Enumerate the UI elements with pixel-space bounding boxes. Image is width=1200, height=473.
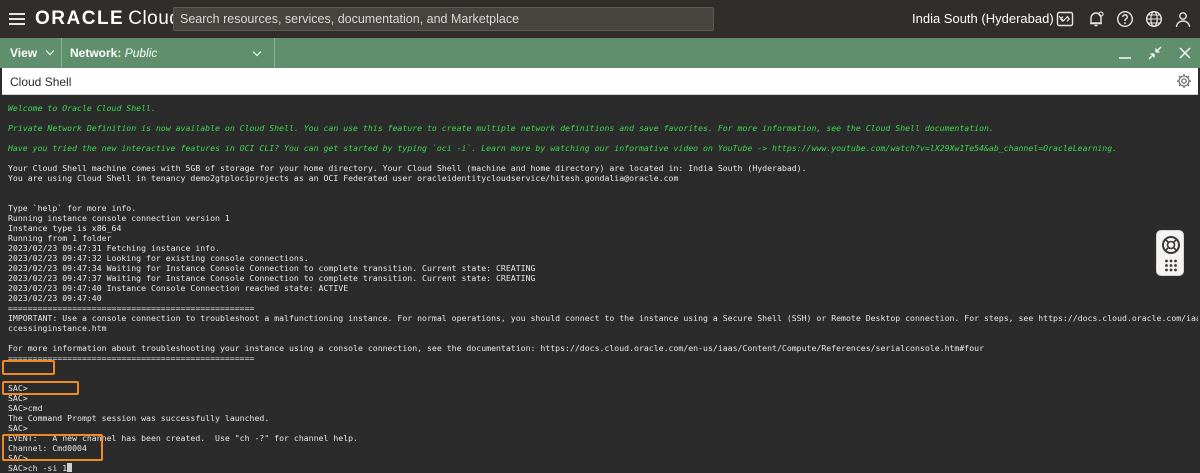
terminal-line: The Command Prompt session was successfu… xyxy=(8,413,270,423)
terminal-line: 2023/02/23 09:47:40 xyxy=(8,293,102,303)
terminal-line: 2023/02/23 09:47:31 Fetching instance in… xyxy=(8,243,220,253)
profile-icon[interactable] xyxy=(1174,10,1192,28)
terminal-line: SAC> xyxy=(8,383,28,393)
help-icon[interactable] xyxy=(1116,10,1134,28)
terminal-line: SAC> xyxy=(8,393,28,403)
view-menu-button[interactable]: View xyxy=(0,38,62,68)
terminal-line: ========================================… xyxy=(8,303,255,313)
terminal-line: IMPORTANT: Use a console connection to t… xyxy=(8,313,1198,323)
terminal-prompt-line[interactable]: SAC>ch -si 1 xyxy=(8,463,1198,473)
terminal-line: Running from 1 folder xyxy=(8,233,112,243)
code-editor-icon[interactable] xyxy=(1056,10,1074,28)
terminal-line: SAC>cmd xyxy=(8,403,43,413)
terminal-line: 2023/02/23 09:47:40 Instance Console Con… xyxy=(8,283,349,293)
hamburger-menu-icon[interactable] xyxy=(9,13,25,25)
region-selector[interactable]: India South (Hyderabad) xyxy=(912,0,1069,38)
highlight-box-sac xyxy=(2,360,55,375)
oracle-cloud-logo[interactable]: ORACLE Cloud xyxy=(35,8,180,30)
terminal-output[interactable]: Welcome to Oracle Cloud Shell. Private N… xyxy=(2,96,1198,473)
terminal-line: 2023/02/23 09:47:32 Looking for existing… xyxy=(8,253,309,263)
close-icon[interactable] xyxy=(1170,38,1200,68)
window-controls xyxy=(1110,38,1200,68)
window-title: Cloud Shell xyxy=(10,75,72,89)
support-widget[interactable] xyxy=(1156,230,1184,276)
highlight-box-channel xyxy=(2,434,103,461)
terminal-line: Instance type is x86_64 xyxy=(8,223,122,233)
network-selector[interactable]: Network: Public xyxy=(62,38,275,68)
terminal-cursor xyxy=(67,463,73,472)
terminal-line: ========================================… xyxy=(8,353,255,363)
oracle-top-bar: ORACLE Cloud Search resources, services, … xyxy=(0,0,1200,38)
minimize-icon[interactable] xyxy=(1110,38,1140,68)
terminal-line: Private Network Definition is now availa… xyxy=(8,123,994,133)
terminal-line: Channel: Cmd0004 xyxy=(8,443,87,453)
terminal-line: You are using Cloud Shell in tenancy dem… xyxy=(8,173,679,183)
search-input[interactable]: Search resources, services, documentatio… xyxy=(173,7,714,31)
terminal-line: Running instance console connection vers… xyxy=(8,213,230,223)
lifebuoy-icon xyxy=(1162,236,1180,272)
terminal-line: Your Cloud Shell machine comes with 5GB … xyxy=(8,163,807,173)
highlight-box-cmd xyxy=(2,381,79,395)
cloud-shell-title-bar: Cloud Shell xyxy=(2,68,1198,95)
cloud-shell-toolbar: View Network: Public xyxy=(0,38,1200,68)
terminal-line: EVENT: A new channel has been created. U… xyxy=(8,433,358,443)
terminal-line: 2023/02/23 09:47:34 Waiting for Instance… xyxy=(8,263,536,273)
gear-icon[interactable] xyxy=(1176,73,1192,89)
chevron-down-icon xyxy=(45,46,55,56)
terminal-line: Welcome to Oracle Cloud Shell. xyxy=(8,103,156,113)
terminal-line: SAC> xyxy=(8,453,28,463)
chevron-down-icon xyxy=(252,47,262,57)
terminal-line: Type `help` for more info. xyxy=(8,203,137,213)
terminal-line: Have you tried the new interactive featu… xyxy=(8,143,1118,153)
globe-icon[interactable] xyxy=(1145,10,1163,28)
restore-icon[interactable] xyxy=(1140,38,1170,68)
terminal-line: SAC> xyxy=(8,423,28,433)
bell-icon[interactable] xyxy=(1087,10,1105,28)
terminal-line: ccessinginstance.htm xyxy=(8,323,107,333)
terminal-line: For more information about troubleshooti… xyxy=(8,343,984,353)
terminal-line: 2023/02/23 09:47:37 Waiting for Instance… xyxy=(8,273,536,283)
